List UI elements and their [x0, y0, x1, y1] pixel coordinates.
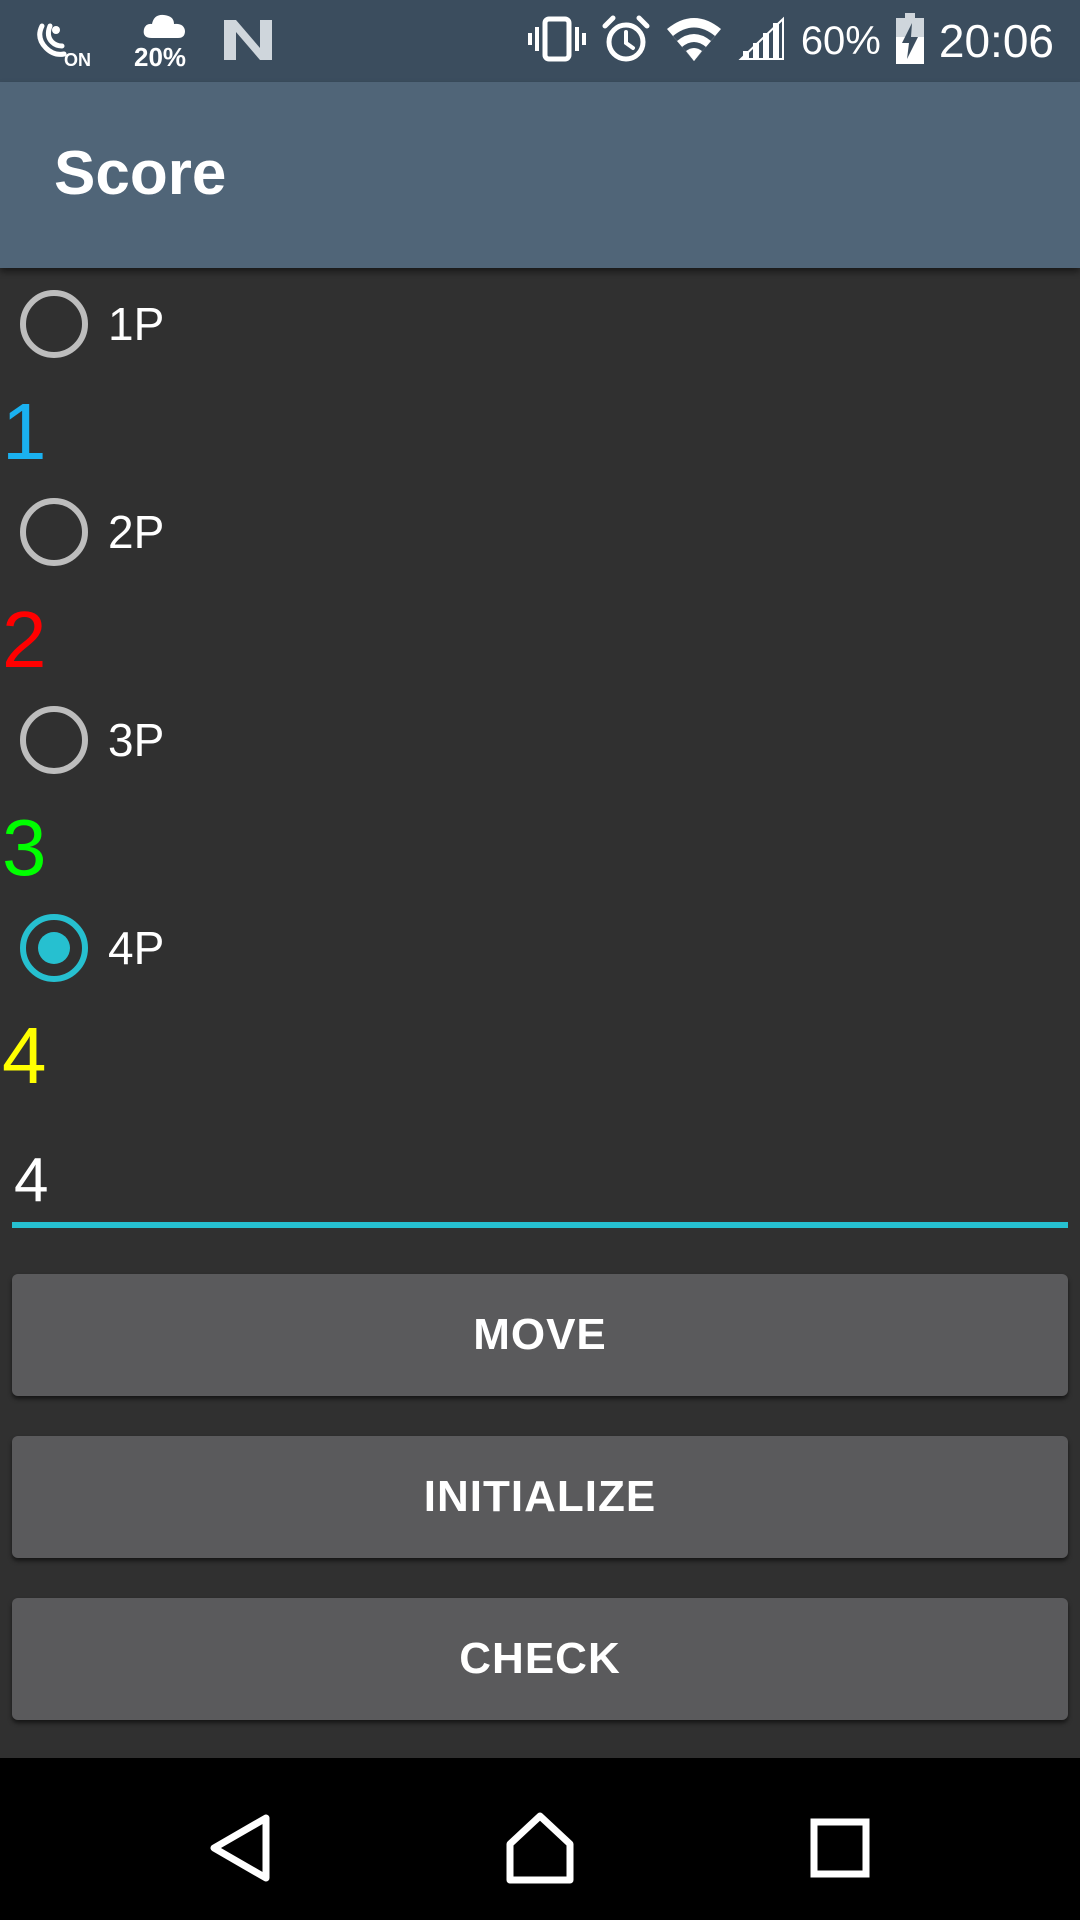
check-button[interactable]: CHECK: [12, 1598, 1068, 1720]
cloud-icon: [143, 14, 185, 38]
wifi-icon: [665, 15, 723, 68]
radio-label: 2P: [108, 506, 165, 558]
player-1-score: 1: [2, 387, 47, 476]
radio-player-3[interactable]: 3P: [0, 694, 400, 786]
recents-icon[interactable]: [800, 1808, 880, 1888]
status-left-icons: ON 20%: [34, 12, 274, 72]
status-bar: ON 20% 60% 20:06: [0, 0, 1080, 82]
move-button[interactable]: MOVE: [12, 1274, 1068, 1396]
radio-label: 3P: [108, 714, 165, 766]
clock: 20:06: [938, 15, 1054, 67]
player-2-score: 2: [2, 595, 47, 684]
radio-button-icon: [20, 290, 88, 358]
nfc-on-label: ON: [64, 50, 91, 70]
battery-charging-icon: [895, 12, 925, 70]
player-3-score: 3: [2, 803, 47, 892]
radio-button-icon: [20, 498, 88, 566]
initialize-button[interactable]: INITIALIZE: [12, 1436, 1068, 1558]
radio-label: 1P: [108, 298, 165, 350]
back-icon[interactable]: [200, 1808, 280, 1888]
radio-button-icon: [20, 914, 88, 982]
player-4-score: 4: [2, 1011, 47, 1100]
weather-indicator: 20%: [134, 12, 190, 72]
navigation-bar: [0, 1758, 1080, 1920]
radio-button-icon: [20, 706, 88, 774]
home-icon[interactable]: [500, 1808, 580, 1888]
radio-player-2[interactable]: 2P: [0, 486, 400, 578]
radio-checked-dot: [38, 932, 70, 964]
vibrate-icon: [527, 15, 587, 68]
n-notification-icon: [222, 18, 274, 67]
radio-player-4[interactable]: 4P: [0, 902, 400, 994]
number-input[interactable]: [12, 1138, 1068, 1228]
nfc-icon: ON: [34, 16, 91, 70]
status-right-icons: 60% 20:06: [527, 8, 1054, 74]
cell-signal-icon: [737, 15, 787, 68]
battery-percent: 60%: [800, 18, 881, 63]
alarm-icon: [601, 14, 651, 69]
weather-percent: 20%: [134, 42, 187, 72]
radio-label: 4P: [108, 922, 165, 974]
app-title: Score: [54, 139, 227, 208]
radio-player-1[interactable]: 1P: [0, 278, 400, 370]
app-bar: Score: [0, 82, 1080, 268]
